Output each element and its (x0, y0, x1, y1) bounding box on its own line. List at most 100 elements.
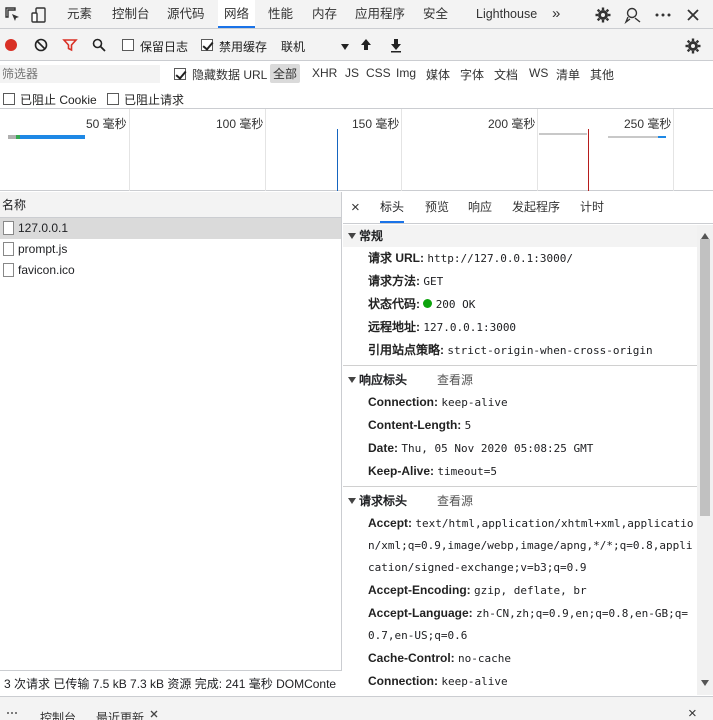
tab-timing[interactable]: 计时 (580, 192, 604, 223)
scrollbar-thumb[interactable] (700, 239, 710, 516)
request-row[interactable]: favicon.ico (0, 260, 341, 281)
header-value: 127.0.0.1:3000 (423, 321, 517, 334)
network-settings-gear-icon[interactable] (684, 37, 702, 58)
checkbox-box[interactable] (201, 39, 213, 51)
header-key: 请求方法: (368, 274, 420, 288)
import-har-icon[interactable] (359, 37, 373, 56)
header-value: no-cache (458, 652, 511, 665)
header-value: keep-alive (441, 396, 508, 409)
filter-type-doc[interactable]: 文档 (494, 66, 518, 83)
header-row: 远程地址: 127.0.0.1:3000 (343, 316, 698, 339)
tab-sources[interactable]: 源代码 (167, 0, 205, 28)
filter-bar: 隐藏数据 URL 全部 XHR JS CSS Img 媒体 字体 文档 WS 清… (0, 61, 713, 87)
header-key: Connection: (368, 674, 438, 688)
inspect-element-icon[interactable] (4, 6, 22, 24)
filter-type-ws[interactable]: WS (529, 66, 548, 80)
request-bar-waiting (539, 133, 587, 135)
filter-type-font[interactable]: 字体 (460, 66, 484, 83)
header-row: Accept: text/html,application/xhtml+xml,… (343, 512, 698, 579)
header-key: Cache-Control: (368, 651, 455, 665)
close-details-button[interactable]: × (351, 192, 360, 223)
devtools-tab-bar: 元素 控制台 源代码 网络 性能 内存 应用程序 安全 Lighthouse » (0, 0, 713, 29)
checkbox-box[interactable] (174, 68, 186, 80)
header-key: Accept: (368, 516, 413, 530)
filter-type-img[interactable]: Img (396, 66, 416, 80)
dropdown-arrow-icon[interactable] (340, 40, 350, 54)
disable-cache-label: 禁用缓存 (219, 40, 268, 54)
load-event-line (588, 129, 589, 191)
request-details-panel: × 标头 预览 响应 发起程序 计时 常规 请求 URL: http://127… (343, 192, 713, 696)
blocked-cookies-label: 已阻止 Cookie (20, 93, 97, 107)
filter-input[interactable] (0, 65, 160, 83)
disable-cache-checkbox[interactable] (201, 38, 213, 52)
checkbox-box[interactable] (122, 39, 134, 51)
filter-type-other[interactable]: 其他 (590, 66, 614, 83)
request-bar-download (658, 136, 666, 138)
header-key: Accept-Language: (368, 606, 473, 620)
tab-headers[interactable]: 标头 (380, 192, 405, 223)
drawer-menu-icon[interactable] (6, 706, 18, 720)
close-tab-icon[interactable] (150, 707, 158, 720)
tab-security[interactable]: 安全 (423, 0, 448, 28)
request-row[interactable]: prompt.js (0, 239, 341, 260)
tab-preview[interactable]: 预览 (425, 192, 449, 223)
network-overview-timeline[interactable]: 50 毫秒 100 毫秒 150 毫秒 200 毫秒 250 毫秒 (0, 109, 713, 191)
script-file-icon (3, 242, 14, 256)
more-options-icon[interactable] (654, 6, 672, 24)
header-key: Content-Length: (368, 418, 462, 432)
header-row: Content-Length: 5 (343, 414, 698, 437)
image-file-icon (3, 263, 14, 277)
tab-memory[interactable]: 内存 (312, 0, 337, 28)
filter-icon[interactable] (62, 37, 78, 56)
search-icon[interactable] (91, 37, 107, 56)
blocked-cookies-checkbox[interactable] (3, 92, 15, 106)
checkbox-box[interactable] (3, 93, 15, 105)
feedback-icon[interactable] (624, 6, 642, 25)
filter-type-css[interactable]: CSS (366, 66, 391, 80)
name-column-header[interactable]: 名称 (0, 192, 341, 218)
tab-response[interactable]: 响应 (468, 192, 492, 223)
tab-lighthouse[interactable]: Lighthouse (476, 0, 537, 28)
tab-network[interactable]: 网络 (218, 0, 256, 28)
hide-data-url-checkbox[interactable] (174, 67, 186, 81)
scroll-down-arrow-icon[interactable] (701, 675, 709, 689)
checkbox-box[interactable] (107, 93, 119, 105)
header-key: Connection: (368, 395, 438, 409)
view-source-link[interactable]: 查看源 (437, 369, 473, 391)
time-label: 250 毫秒 (624, 117, 672, 131)
drawer-tab-console[interactable]: 控制台 (40, 709, 76, 720)
header-row: 状态代码: 200 OK (343, 293, 698, 316)
view-source-link[interactable]: 查看源 (437, 490, 473, 512)
details-tab-bar: × 标头 预览 响应 发起程序 计时 (343, 192, 713, 224)
clear-icon[interactable] (33, 37, 49, 56)
request-list: 名称 127.0.0.1 prompt.js favicon.ico (0, 192, 342, 670)
more-tabs-button[interactable]: » (552, 0, 560, 28)
throttle-select[interactable]: 联机 (281, 38, 305, 55)
preserve-log-checkbox[interactable] (122, 38, 134, 52)
blocked-requests-checkbox[interactable] (107, 92, 119, 106)
record-icon[interactable] (4, 38, 18, 55)
filter-type-manifest[interactable]: 清单 (556, 66, 580, 83)
device-toolbar-icon[interactable] (30, 6, 48, 24)
tab-initiator[interactable]: 发起程序 (512, 192, 560, 223)
request-row[interactable]: 127.0.0.1 (0, 218, 341, 239)
tab-performance[interactable]: 性能 (268, 0, 293, 28)
tab-console[interactable]: 控制台 (112, 0, 150, 28)
close-devtools-icon[interactable] (684, 6, 702, 24)
close-drawer-button[interactable]: × (688, 705, 697, 720)
filter-type-xhr[interactable]: XHR (312, 66, 337, 80)
request-headers-section-header[interactable]: 请求标头 查看源 (343, 490, 698, 512)
tab-elements[interactable]: 元素 (67, 0, 92, 28)
details-scrollbar[interactable] (697, 225, 713, 695)
filter-type-all[interactable]: 全部 (270, 64, 301, 83)
blocked-requests-label: 已阻止请求 (124, 93, 185, 107)
general-section-header[interactable]: 常规 (343, 225, 698, 247)
filter-type-media[interactable]: 媒体 (426, 66, 450, 83)
tab-application[interactable]: 应用程序 (355, 0, 405, 28)
response-headers-section-header[interactable]: 响应标头 查看源 (343, 369, 698, 391)
header-row: Accept-Encoding: gzip, deflate, br (343, 579, 698, 602)
export-har-icon[interactable] (389, 37, 403, 56)
drawer-tab-whats-new[interactable]: 最近更新 (96, 709, 144, 720)
settings-gear-icon[interactable] (594, 6, 612, 24)
filter-type-js[interactable]: JS (345, 66, 359, 80)
